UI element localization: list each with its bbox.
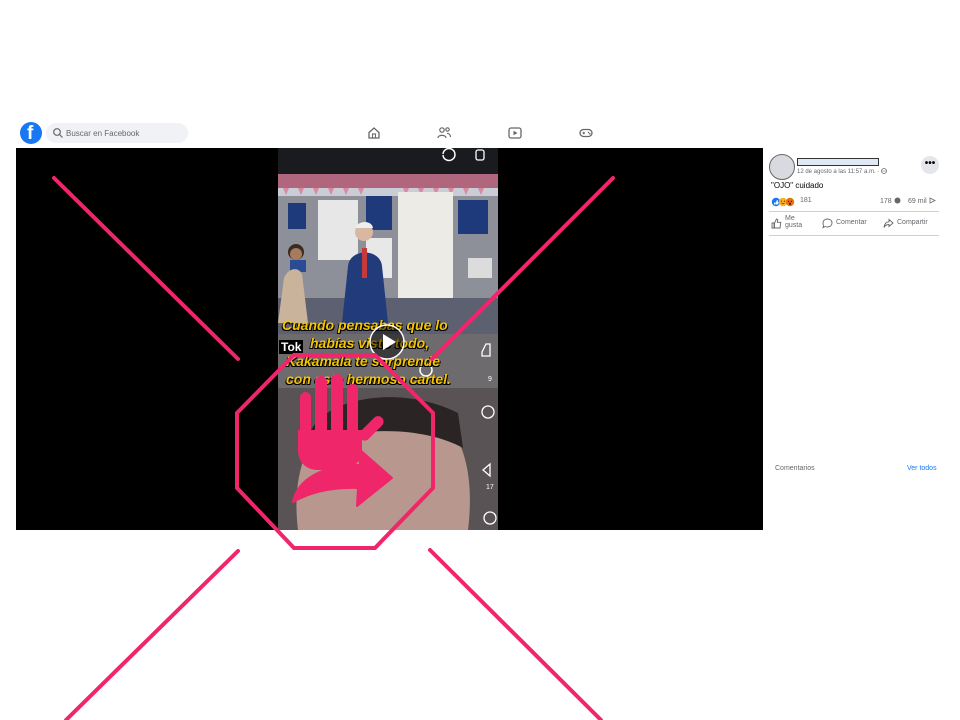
side-count-shares: 17: [486, 484, 494, 491]
comment-button[interactable]: Comentar: [822, 214, 878, 234]
search-input[interactable]: [66, 126, 182, 140]
search-icon: [53, 128, 63, 138]
globe-icon: [881, 168, 887, 174]
facebook-logo-letter: f: [27, 123, 34, 144]
friends-icon[interactable]: [436, 125, 452, 141]
post-actions: Me gusta Comentar Compartir: [771, 214, 941, 234]
redacted-author-name[interactable]: [797, 158, 879, 166]
post-details-panel: 12 de agosto a las 11:57 a.m. · ••• "OJO…: [763, 148, 944, 530]
share-count: 69 mil: [908, 198, 927, 205]
comment-label: Comentar: [836, 219, 867, 226]
post-text: "OJO" cuidado: [771, 181, 824, 190]
share-count-group[interactable]: 69 mil: [908, 197, 936, 205]
gaming-icon[interactable]: [578, 125, 594, 141]
see-all-comments-link[interactable]: Ver todos: [907, 465, 937, 472]
comments-label: Comentarios: [775, 465, 815, 472]
media-viewer[interactable]: Cuando pensabas que lo habías visto todo…: [16, 148, 763, 530]
share-icon: [883, 218, 894, 228]
like-label: Me gusta: [785, 215, 803, 229]
comment-icon: [822, 218, 833, 229]
post-date: 12 de agosto a las 11:57 a.m. ·: [797, 169, 880, 175]
divider-top: [769, 211, 939, 212]
like-icon: [771, 218, 782, 229]
like-button[interactable]: Me gusta: [771, 214, 807, 234]
avatar[interactable]: [769, 154, 795, 180]
side-count-likes: 9: [488, 376, 492, 383]
play-icon[interactable]: [369, 324, 405, 360]
watch-icon[interactable]: [507, 125, 523, 141]
share-count-icon: [929, 197, 936, 204]
caption-line-4: con este hermoso cartel.: [286, 371, 451, 387]
search-box[interactable]: [46, 123, 188, 143]
comment-count-icon: [894, 197, 901, 204]
cross-line-bottom-left: [64, 549, 240, 720]
comment-count: 178: [880, 198, 892, 205]
share-button[interactable]: Compartir: [883, 214, 941, 234]
top-navigation-bar: f: [16, 120, 944, 148]
cross-line-bottom-right: [428, 548, 603, 720]
facebook-logo[interactable]: f: [20, 122, 42, 144]
divider-bottom: [769, 235, 939, 236]
home-icon[interactable]: [366, 125, 382, 141]
comment-count-group[interactable]: 178: [880, 197, 901, 205]
more-options-button[interactable]: •••: [921, 156, 939, 174]
tiktok-watermark: Tok: [279, 340, 304, 354]
facebook-post-screenshot: f Buscar en Facebook Cuando pensabas que…: [0, 0, 960, 720]
reaction-summary: 181 178 69 mil: [771, 196, 941, 208]
share-label: Compartir: [897, 219, 928, 226]
reaction-icons[interactable]: [771, 197, 799, 207]
reaction-count[interactable]: 181: [800, 197, 812, 204]
post-timestamp[interactable]: 12 de agosto a las 11:57 a.m. ·: [797, 168, 887, 175]
